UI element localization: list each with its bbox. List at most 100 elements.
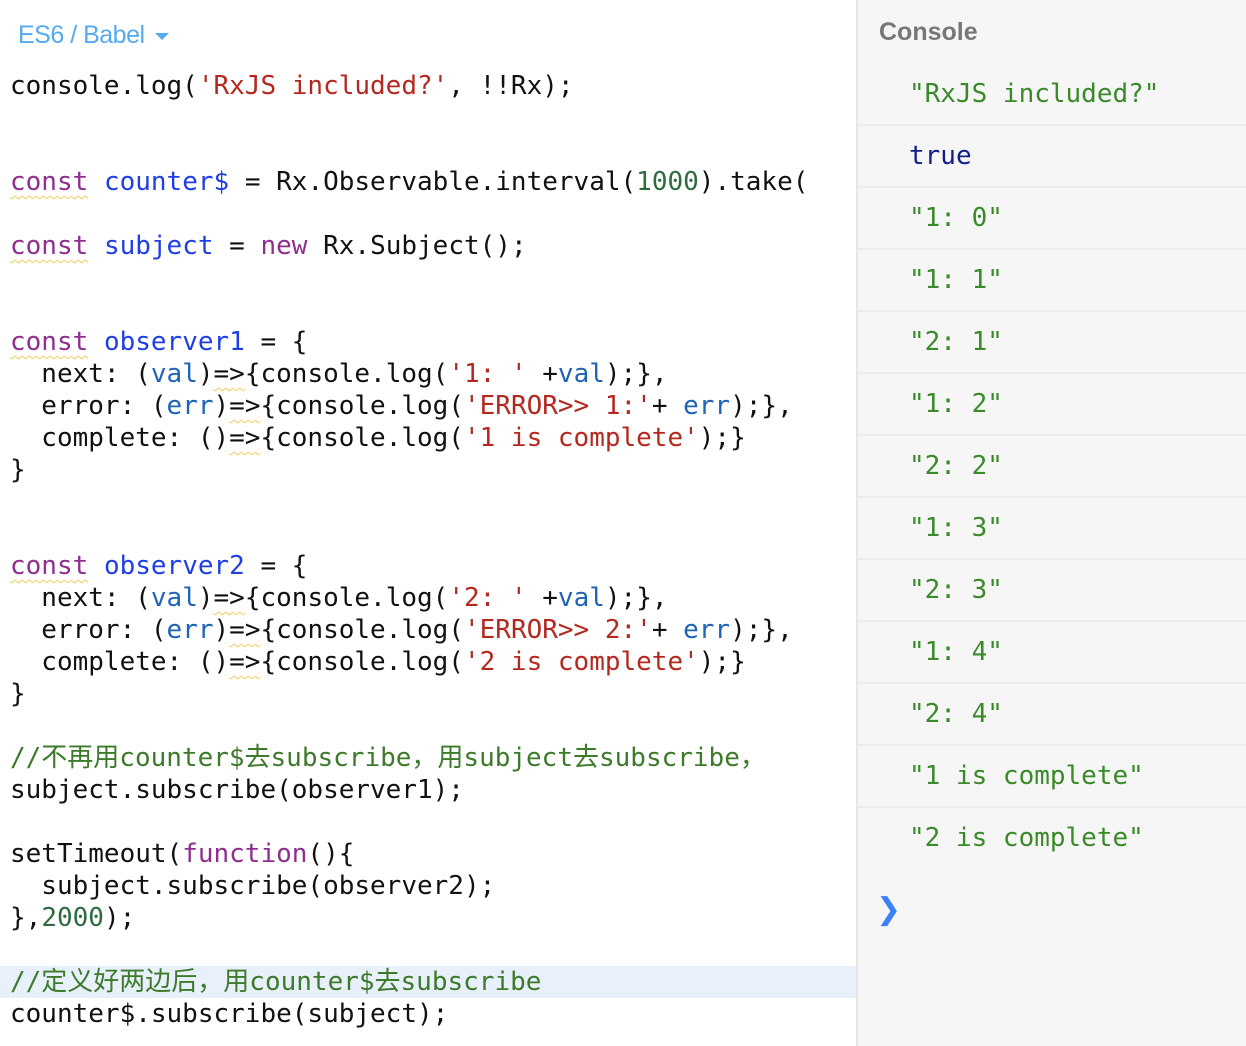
code-token: ); xyxy=(103,903,136,933)
code-token: '2: ' xyxy=(448,583,527,613)
code-line[interactable]: error: (err)=>{console.log('ERROR>> 2:'+… xyxy=(10,614,856,646)
code-token: new xyxy=(260,231,308,261)
code-token: val xyxy=(557,583,605,613)
code-comment: //定义好两边后，用counter$去subscribe xyxy=(10,967,542,997)
code-line[interactable]: setTimeout(function(){ xyxy=(10,838,856,870)
code-token: function xyxy=(182,839,308,869)
code-line[interactable]: const subject = new Rx.Subject(); xyxy=(10,230,856,262)
code-line[interactable]: //不再用counter$去subscribe，用subject去subscri… xyxy=(10,742,856,774)
code-token: + xyxy=(526,583,558,613)
code-token: = { xyxy=(244,551,308,581)
language-selector[interactable]: ES6 / Babel xyxy=(18,18,169,52)
code-line[interactable]: } xyxy=(10,678,856,710)
code-token: observer2 xyxy=(103,551,245,581)
code-token: = { xyxy=(244,327,308,357)
code-token: + xyxy=(651,615,684,645)
code-token: next: ( xyxy=(10,583,151,613)
code-token: subject.subscribe(observer1); xyxy=(10,775,464,805)
code-token: error: ( xyxy=(10,615,167,645)
console-entry: "2: 1" xyxy=(858,312,1246,374)
console-entry: true xyxy=(858,126,1246,188)
code-token: val xyxy=(557,359,605,389)
code-token: val xyxy=(150,583,198,613)
code-token: observer1 xyxy=(103,327,245,357)
code-line[interactable]: error: (err)=>{console.log('ERROR>> 1:'+… xyxy=(10,390,856,422)
code-token: } xyxy=(10,679,26,709)
code-token: => xyxy=(213,583,245,613)
code-line[interactable]: const observer2 = { xyxy=(10,550,856,582)
code-token: complete: () xyxy=(10,423,230,453)
code-token: '1 is complete' xyxy=(463,423,699,453)
code-token: complete: () xyxy=(10,647,230,677)
code-line[interactable]: },2000); xyxy=(10,902,856,934)
code-token: '2 is complete' xyxy=(463,647,699,677)
code-line[interactable]: subject.subscribe(observer2); xyxy=(10,870,856,902)
code-line[interactable]: counter$.subscribe(subject); xyxy=(10,998,856,1030)
code-token: + xyxy=(526,359,558,389)
console-title: Console xyxy=(879,18,978,46)
code-token: {console.log( xyxy=(260,647,464,677)
code-line[interactable] xyxy=(10,134,856,166)
code-line[interactable] xyxy=(10,710,856,742)
code-token: err xyxy=(683,391,731,421)
code-line[interactable] xyxy=(10,806,856,838)
code-line[interactable] xyxy=(10,102,856,134)
code-line[interactable]: //定义好两边后，用counter$去subscribe xyxy=(0,966,856,998)
code-token: error: ( xyxy=(10,391,167,421)
code-token: {console.log( xyxy=(244,359,449,389)
code-line[interactable]: } xyxy=(10,454,856,486)
code-token: ) xyxy=(213,615,230,645)
code-token: ) xyxy=(197,583,214,613)
code-line[interactable]: const observer1 = { xyxy=(10,326,856,358)
code-token: );} xyxy=(698,423,746,453)
console-entry: "2 is complete" xyxy=(909,823,1144,853)
code-token: Rx.Subject(); xyxy=(307,231,527,261)
code-line[interactable] xyxy=(10,198,856,230)
code-line[interactable]: next: (val)=>{console.log('2: ' +val);}, xyxy=(10,582,856,614)
code-token: err xyxy=(683,615,731,645)
code-token: , !!Rx); xyxy=(448,71,574,101)
code-token: const xyxy=(10,167,89,197)
code-token: console.log( xyxy=(10,71,198,101)
code-token: + xyxy=(651,391,684,421)
code-token: 'ERROR>> 1:' xyxy=(463,391,652,421)
code-token: setTimeout( xyxy=(10,839,183,869)
code-line[interactable]: next: (val)=>{console.log('1: ' +val);}, xyxy=(10,358,856,390)
code-editor-pane[interactable]: ES6 / Babel console.log('RxJS included?'… xyxy=(0,0,856,1046)
console-entry: "1: 1" xyxy=(858,250,1246,312)
code-area[interactable]: console.log('RxJS included?', !!Rx); con… xyxy=(0,70,856,1030)
code-token: => xyxy=(229,423,261,453)
code-token: ) xyxy=(213,391,230,421)
code-line[interactable] xyxy=(10,294,856,326)
code-token: = Rx.Observable.interval( xyxy=(229,167,637,197)
code-token: } xyxy=(10,455,26,485)
console-entry: "2: 3" xyxy=(858,560,1246,622)
code-line[interactable]: console.log('RxJS included?', !!Rx); xyxy=(10,70,856,102)
caret-down-icon xyxy=(154,33,169,40)
code-token: => xyxy=(213,359,245,389)
console-entry: "1: 0" xyxy=(858,188,1246,250)
code-token: err xyxy=(166,391,214,421)
code-line[interactable] xyxy=(10,518,856,550)
code-line[interactable] xyxy=(10,262,856,294)
console-entry: "1: 4" xyxy=(858,622,1246,684)
code-token: counter$.subscribe(subject); xyxy=(10,999,449,1029)
code-token: {console.log( xyxy=(260,391,464,421)
code-token: 'ERROR>> 2:' xyxy=(463,615,652,645)
code-line[interactable]: subject.subscribe(observer1); xyxy=(10,774,856,806)
code-line[interactable]: const counter$ = Rx.Observable.interval(… xyxy=(10,166,856,198)
code-token: err xyxy=(166,615,214,645)
code-line[interactable]: complete: ()=>{console.log('2 is complet… xyxy=(10,646,856,678)
language-selector-label: ES6 / Babel xyxy=(18,20,145,49)
code-token: => xyxy=(229,647,261,677)
code-line[interactable]: complete: ()=>{console.log('1 is complet… xyxy=(10,422,856,454)
code-token: 2000 xyxy=(41,903,104,933)
code-line[interactable] xyxy=(10,486,856,518)
chevron-right-icon[interactable]: ❯ xyxy=(876,892,901,927)
code-token: );}, xyxy=(730,391,793,421)
code-line[interactable] xyxy=(10,934,856,966)
code-token: = xyxy=(213,231,261,261)
